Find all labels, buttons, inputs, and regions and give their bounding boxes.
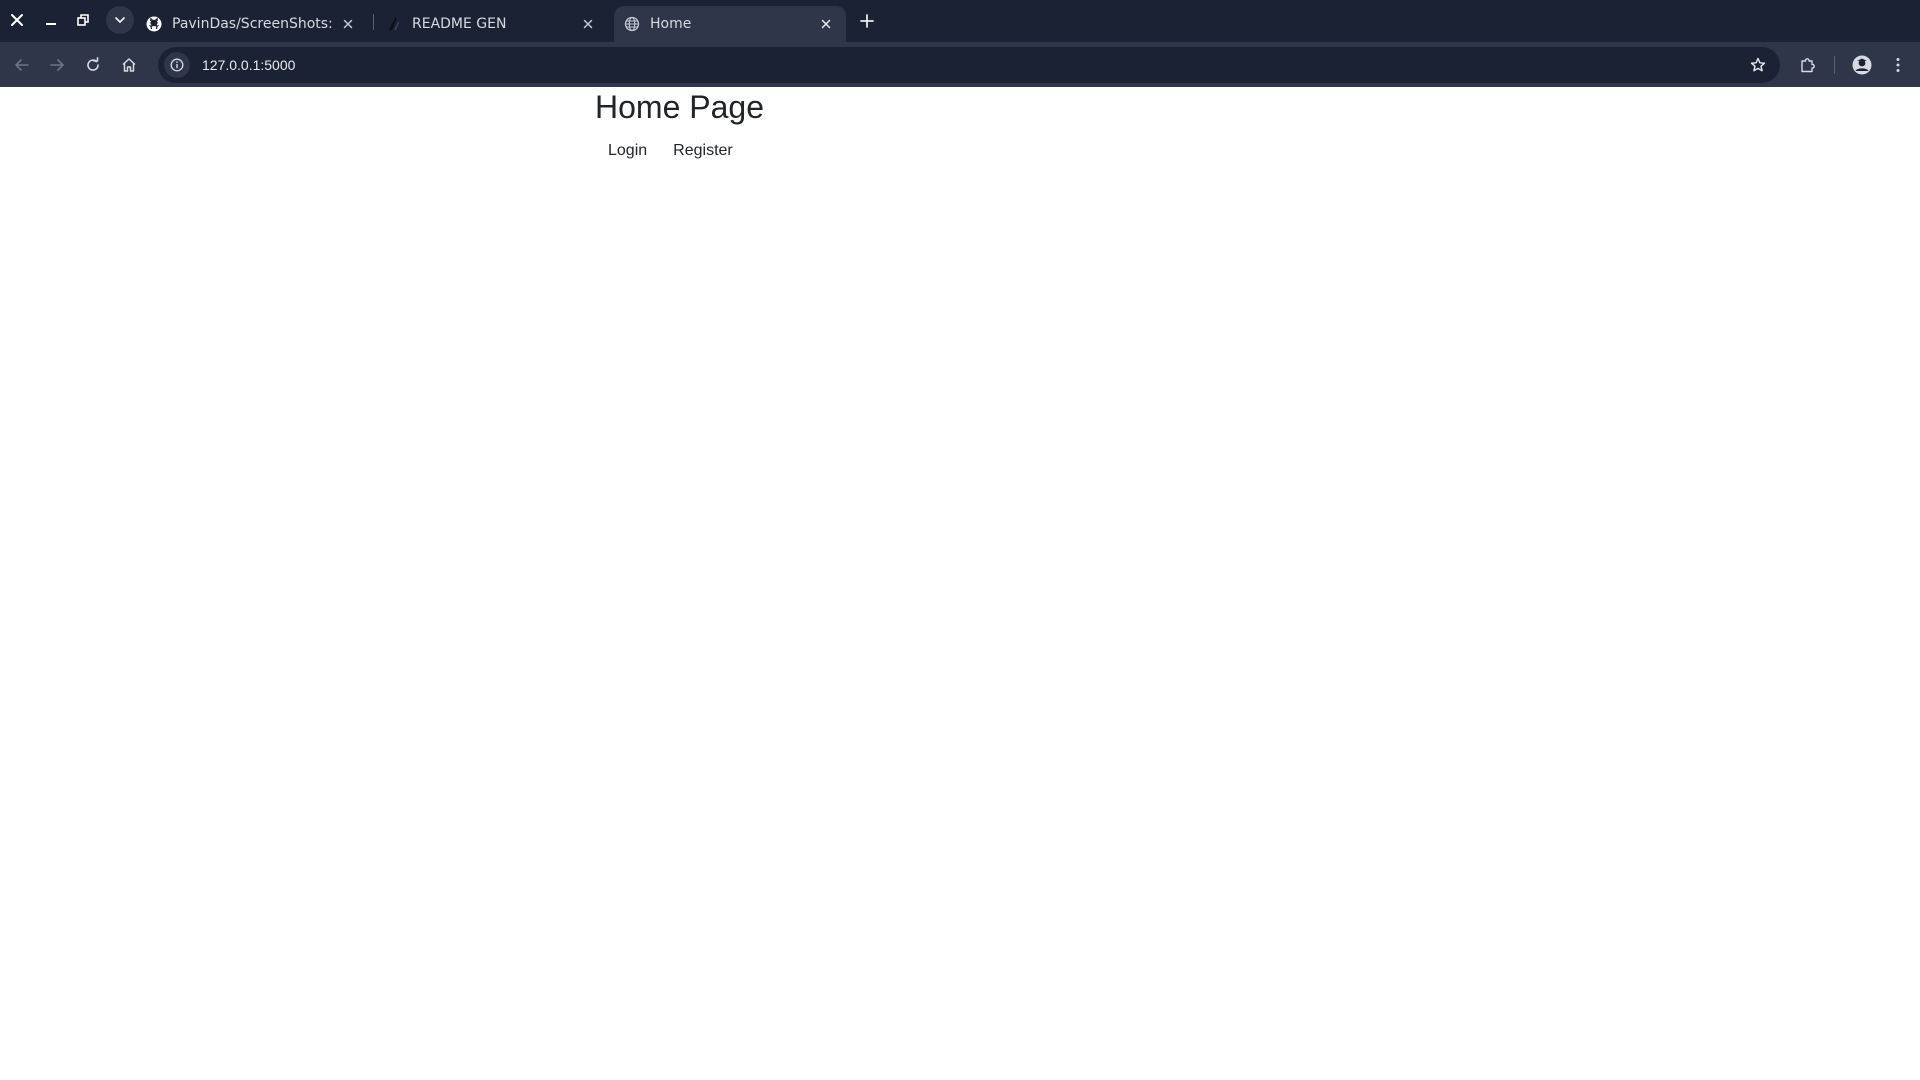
github-icon (146, 16, 162, 32)
close-icon (821, 19, 831, 29)
arrow-left-icon (15, 59, 29, 71)
reload-icon (87, 57, 99, 71)
tab-title: README GEN (412, 16, 507, 32)
tab-close-button[interactable] (338, 14, 358, 34)
tab-separator (373, 14, 374, 30)
address-url[interactable]: 127.0.0.1:5000 (202, 57, 1744, 73)
page-title: Home Page (595, 89, 764, 125)
tab-title: Home (650, 16, 692, 32)
tab-search-button[interactable] (106, 6, 134, 34)
globe-icon (624, 16, 640, 32)
tab-github[interactable]: PavinDas/ScreenShots: My (136, 6, 368, 42)
close-icon (343, 19, 353, 29)
profile-button[interactable] (1848, 51, 1876, 79)
home-icon (122, 58, 136, 72)
site-info-button[interactable] (164, 52, 190, 78)
address-bar[interactable]: 127.0.0.1:5000 (158, 47, 1780, 83)
chevron-down-icon (115, 17, 125, 24)
page-content: Home Page Login Register (0, 87, 1920, 1080)
new-tab-button[interactable] (854, 8, 880, 34)
browser-window: PavinDas/ScreenShots: My README GEN (0, 0, 1920, 1080)
tab-home[interactable]: Home (614, 6, 846, 42)
close-icon (11, 14, 23, 26)
bookmark-button[interactable] (1744, 51, 1772, 79)
tab-close-button[interactable] (578, 14, 598, 34)
toolbar-divider (1834, 56, 1835, 74)
minimize-window-button[interactable] (39, 8, 63, 32)
arrow-right-icon (50, 59, 64, 71)
star-icon (1750, 57, 1766, 72)
plus-icon (860, 14, 874, 28)
forward-button[interactable] (43, 51, 71, 79)
reload-button[interactable] (79, 51, 107, 79)
readme-gen-icon (386, 16, 402, 32)
tab-strip: PavinDas/ScreenShots: My README GEN (0, 0, 1920, 42)
tab-close-button[interactable] (816, 14, 836, 34)
login-link[interactable]: Login (595, 137, 660, 165)
kebab-menu-icon (1896, 58, 1900, 72)
register-link[interactable]: Register (660, 137, 746, 165)
restore-window-button[interactable] (71, 8, 95, 32)
page-nav: Login Register (595, 137, 746, 165)
close-window-button[interactable] (5, 8, 29, 32)
info-icon (170, 58, 184, 72)
browser-toolbar: 127.0.0.1:5000 (0, 42, 1920, 87)
tab-readme-gen[interactable]: README GEN (376, 6, 608, 42)
close-icon (583, 19, 593, 29)
home-button[interactable] (115, 51, 143, 79)
restore-icon (77, 14, 89, 26)
minimize-icon (46, 23, 56, 25)
back-button[interactable] (8, 51, 36, 79)
avatar-icon (1852, 55, 1872, 75)
puzzle-icon (1801, 58, 1815, 73)
extensions-button[interactable] (1794, 51, 1822, 79)
tab-title: PavinDas/ScreenShots: My (172, 16, 338, 32)
browser-menu-button[interactable] (1884, 51, 1912, 79)
